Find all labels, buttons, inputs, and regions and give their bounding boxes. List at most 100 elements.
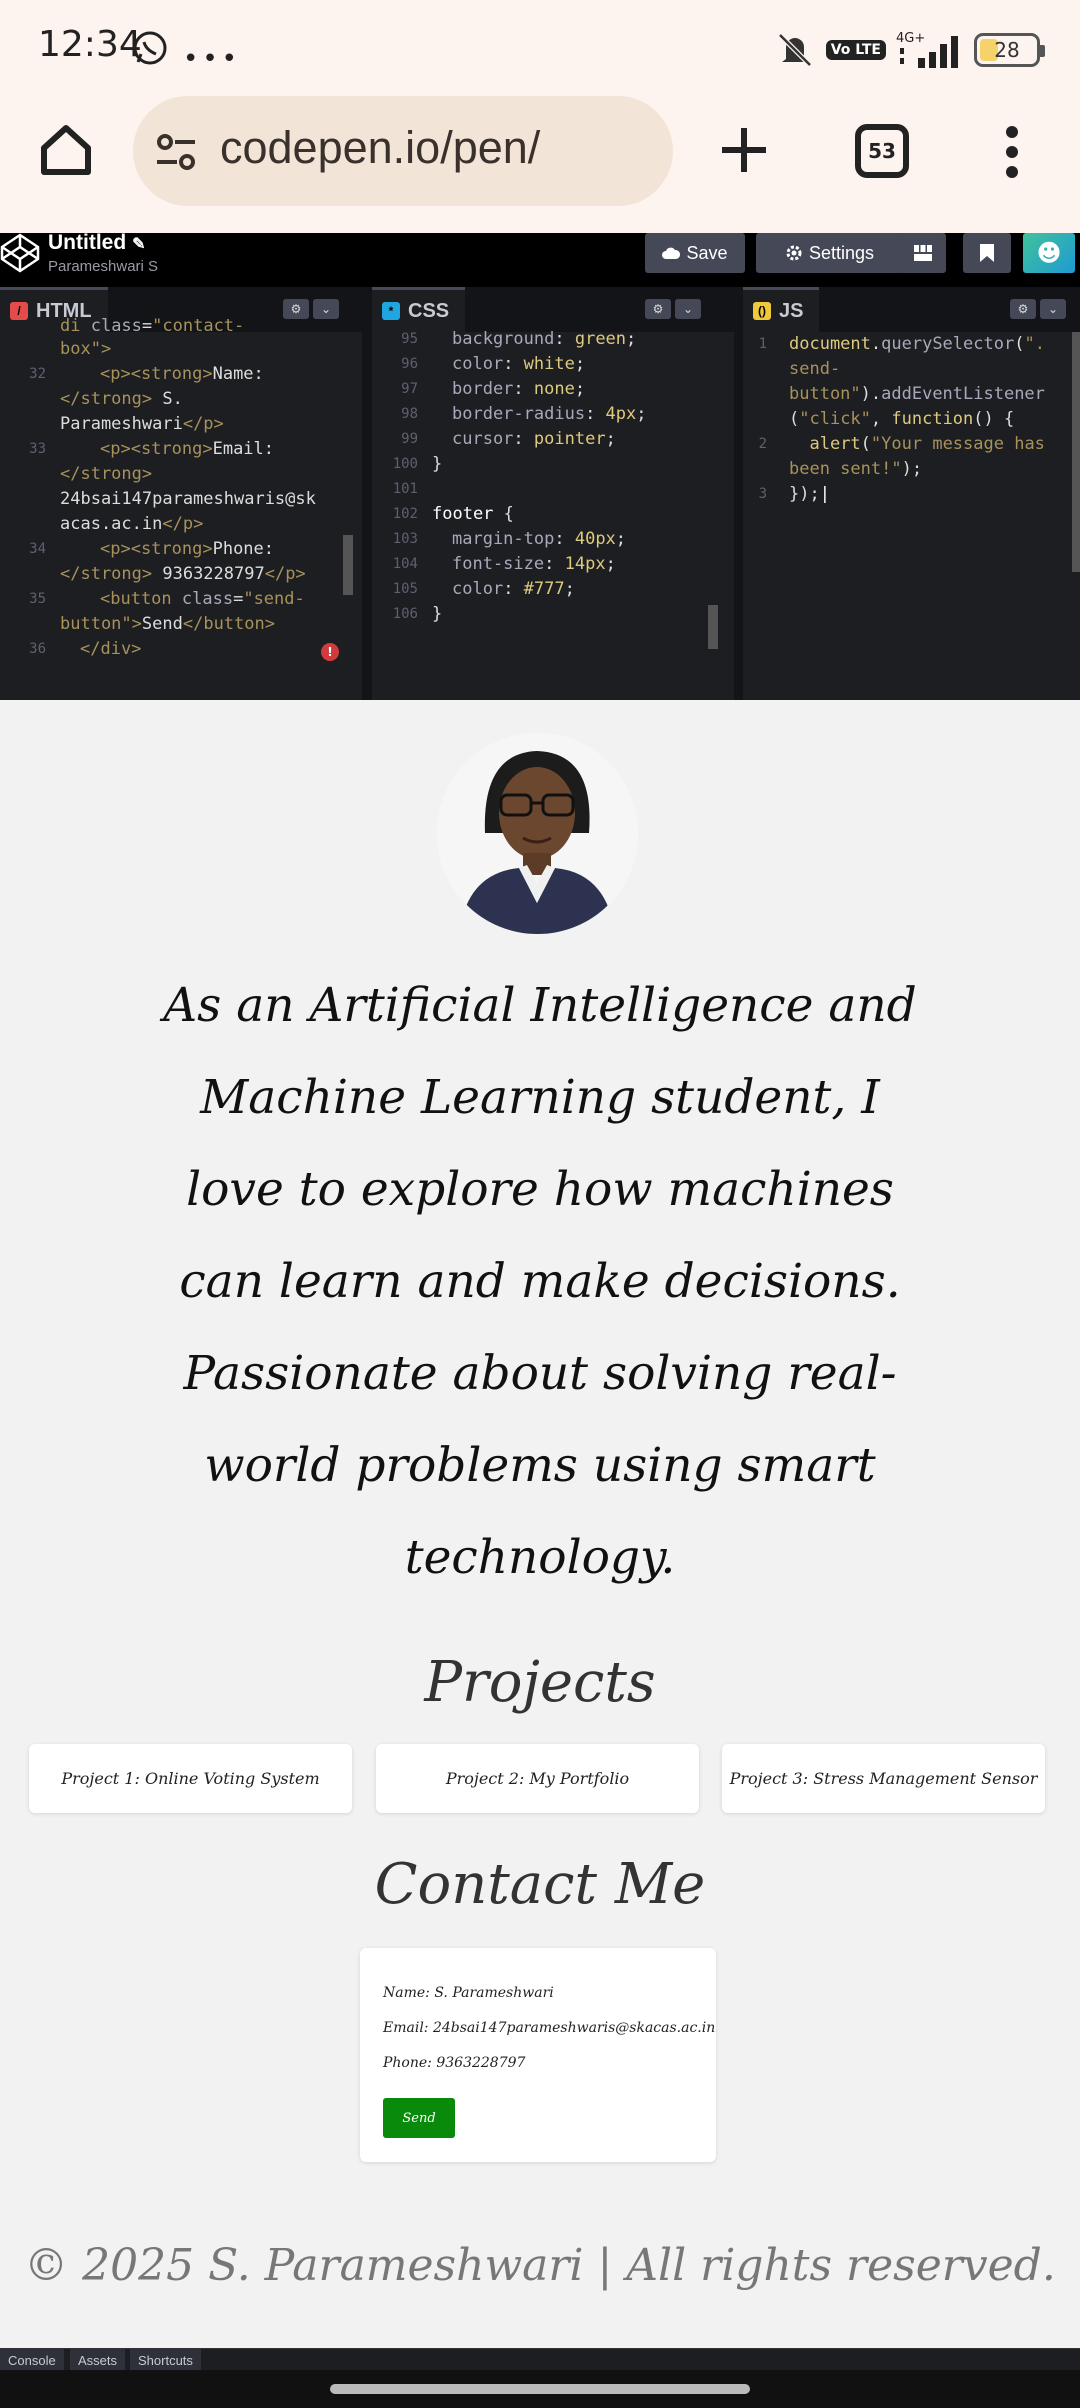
code-line: ("click", function() { [789, 409, 1015, 429]
css-settings-icon[interactable]: ⚙ [645, 299, 671, 319]
code-line: </div> [80, 639, 142, 659]
code-line: send- [789, 359, 841, 379]
status-right: Vo LTE 4G+ 28 [774, 28, 1045, 72]
js-code[interactable]: 1 document.querySelector(". send- button… [743, 332, 1080, 700]
html-collapse-icon[interactable]: ⌄ [313, 299, 339, 319]
browser-toolbar: codepen.io/pen/ 53 [0, 96, 1080, 233]
code-line: font-size: 14px; [452, 554, 616, 574]
pen-title[interactable]: Untitled ✎ [48, 231, 146, 255]
html-settings-icon[interactable]: ⚙ [283, 299, 309, 319]
send-button[interactable]: Send [383, 2098, 455, 2138]
code-line: color: white; [452, 354, 586, 374]
preview-pane: As an Artificial Intelligence and Machin… [0, 700, 1080, 2348]
line-number: 102 [392, 506, 418, 522]
code-line: margin-top: 40px; [452, 529, 627, 549]
tab-js[interactable]: () JS [743, 287, 820, 332]
error-icon[interactable]: ! [321, 643, 339, 661]
code-line: </strong> 9363228797</p> [60, 564, 306, 584]
code-line: <button class="send- [100, 589, 305, 609]
navigation-bar [0, 2370, 1080, 2408]
code-line: } [432, 604, 443, 624]
codepen-bottom-bar: Console Assets Shortcuts [0, 2348, 1080, 2371]
js-settings-icon[interactable]: ⚙ [1010, 299, 1036, 319]
js-icon: () [753, 302, 771, 320]
code-line: box"> [60, 339, 112, 359]
site-settings-icon[interactable] [155, 132, 197, 172]
code-line: background: green; [452, 329, 637, 349]
line-number: 99 [401, 431, 418, 447]
js-scrollbar[interactable] [1072, 332, 1080, 572]
code-line: acas.ac.in</p> [60, 514, 204, 534]
pin-icon [980, 244, 994, 262]
code-line: border-radius: 4px; [452, 404, 647, 424]
footer-text: © 2025 S. Parameshwari | All rights rese… [24, 2240, 1056, 2291]
css-scrollbar[interactable] [708, 605, 718, 649]
css-editor[interactable]: * CSS ⚙ ⌄ 95 background: green; 96 color… [372, 287, 734, 700]
status-time: 12:34 [38, 24, 142, 65]
gear-icon [786, 245, 802, 261]
line-number: 100 [392, 456, 418, 472]
pencil-icon[interactable]: ✎ [132, 234, 145, 254]
js-collapse-icon[interactable]: ⌄ [1040, 299, 1066, 319]
assets-button[interactable]: Assets [70, 2349, 126, 2371]
code-line: Parameshwari</p> [60, 414, 224, 434]
code-line: <p><strong>Phone: [100, 539, 275, 559]
projects-heading: Projects [424, 1650, 656, 1715]
gesture-handle[interactable] [330, 2384, 750, 2394]
codepen-header: Untitled ✎ Parameshwari S Save Settings ☻ [0, 231, 1080, 287]
line-number: 101 [392, 481, 418, 497]
code-line: });| [789, 484, 830, 504]
line-number: 103 [392, 531, 418, 547]
change-view-button[interactable] [899, 233, 946, 273]
line-number: 104 [392, 556, 418, 572]
line-number: 34 [29, 541, 46, 557]
home-icon[interactable] [38, 122, 94, 178]
code-line: border: none; [452, 379, 586, 399]
line-number: 33 [29, 441, 46, 457]
html-code[interactable]: di class="contact- box"> 32 <p><strong>N… [0, 316, 362, 700]
tabs-icon[interactable]: 53 [855, 124, 909, 178]
editor-panes: / HTML ⚙ ⌄ di class="contact- box"> 32 <… [0, 287, 1080, 700]
css-code[interactable]: 95 background: green; 96 color: white; 9… [372, 329, 734, 700]
line-number: 35 [29, 591, 46, 607]
line-number: 36 [29, 641, 46, 657]
code-line: di class="contact- [60, 316, 245, 336]
project-card: Project 3: Stress Management Sensor [722, 1744, 1045, 1813]
code-line: alert("Your message has [809, 434, 1045, 454]
line-number: 95 [401, 331, 418, 347]
pin-button[interactable] [963, 233, 1011, 273]
profile-photo [437, 733, 638, 934]
css-collapse-icon[interactable]: ⌄ [675, 299, 701, 319]
tab-css[interactable]: * CSS [372, 287, 466, 332]
js-editor[interactable]: () JS ⚙ ⌄ 1 document.querySelector(". se… [743, 287, 1080, 700]
code-line: <p><strong>Name: [100, 364, 264, 384]
codepen-logo-icon[interactable] [0, 233, 40, 273]
mute-icon [777, 33, 812, 67]
contact-email: Email: 24bsai147parameshwaris@skacas.ac.… [383, 2020, 716, 2036]
user-avatar[interactable]: ☻ [1023, 233, 1075, 273]
tab-js-label: JS [779, 299, 804, 322]
html-editor[interactable]: / HTML ⚙ ⌄ di class="contact- box"> 32 <… [0, 287, 362, 700]
menu-icon[interactable] [1002, 124, 1022, 180]
code-line: button").addEventListener [789, 384, 1045, 404]
save-button[interactable]: Save [645, 233, 745, 273]
line-number: 1 [758, 336, 767, 352]
save-label: Save [686, 242, 728, 263]
html-scrollbar[interactable] [343, 535, 353, 595]
code-line: } [432, 454, 443, 474]
url-text[interactable]: codepen.io/pen/ [220, 122, 540, 174]
code-line: document.querySelector(". [789, 334, 1045, 354]
console-button[interactable]: Console [0, 2349, 64, 2371]
pen-author[interactable]: Parameshwari S [48, 258, 158, 275]
code-line: </strong> S. [60, 389, 183, 409]
shortcuts-button[interactable]: Shortcuts [130, 2349, 201, 2371]
battery-indicator: 28 [974, 33, 1045, 67]
line-number: 98 [401, 406, 418, 422]
plus-icon[interactable] [718, 124, 770, 176]
code-line: footer { [432, 504, 514, 524]
settings-button[interactable]: Settings [756, 233, 903, 273]
contact-heading: Contact Me [374, 1852, 706, 1917]
signal-icon: 4G+ [896, 31, 958, 68]
contact-phone: Phone: 9363228797 [383, 2055, 526, 2071]
contact-box: Name: S. Parameshwari Email: 24bsai147pa… [360, 1948, 716, 2162]
